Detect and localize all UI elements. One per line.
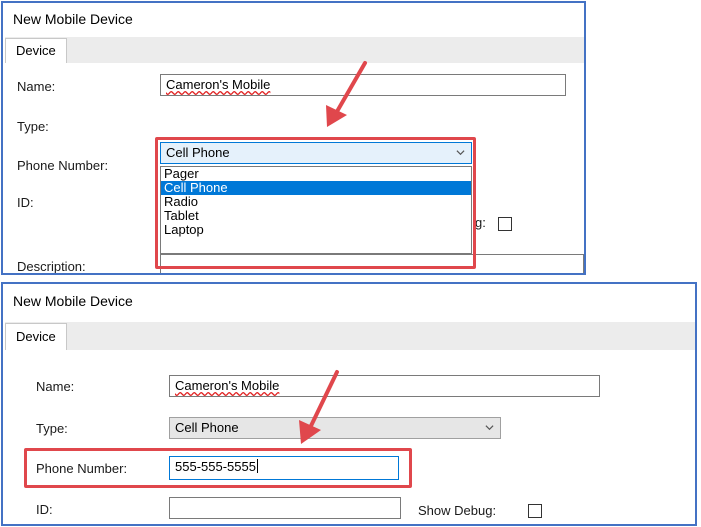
tab-device[interactable]: Device xyxy=(5,38,67,63)
type-label: Type: xyxy=(36,421,68,436)
show-debug-checkbox[interactable] xyxy=(528,504,542,518)
chevron-down-icon xyxy=(485,425,494,431)
name-label: Name: xyxy=(17,79,56,94)
tab-device[interactable]: Device xyxy=(5,323,67,350)
phone-number-label: Phone Number: xyxy=(17,158,109,173)
show-debug-label: Show Debug: xyxy=(418,503,497,518)
tab-strip: Device xyxy=(5,322,695,350)
type-selected-value: Cell Phone xyxy=(175,420,239,435)
red-arrow-icon xyxy=(326,61,367,127)
show-debug-label-partial: g: xyxy=(475,215,486,230)
type-highlight-box xyxy=(155,137,476,269)
new-mobile-device-window-1: New Mobile Device Device Name: Cameron's… xyxy=(1,1,586,275)
type-label: Type: xyxy=(17,119,49,134)
window-title: New Mobile Device xyxy=(13,11,133,27)
id-label: ID: xyxy=(17,195,34,210)
name-input[interactable]: Cameron's Mobile xyxy=(169,375,600,397)
name-value: Cameron's Mobile xyxy=(166,77,271,92)
new-mobile-device-window-2: New Mobile Device Device Name: Cameron's… xyxy=(1,282,697,526)
red-arrow-icon xyxy=(299,370,339,444)
name-label: Name: xyxy=(36,379,75,394)
name-value: Cameron's Mobile xyxy=(175,378,280,393)
window-title: New Mobile Device xyxy=(13,293,133,309)
tab-strip: Device xyxy=(5,37,584,63)
id-input[interactable] xyxy=(169,497,401,519)
id-label: ID: xyxy=(36,502,53,517)
description-label: Description: xyxy=(17,259,86,274)
show-debug-checkbox[interactable] xyxy=(498,217,512,231)
phone-number-highlight-box xyxy=(24,448,412,488)
